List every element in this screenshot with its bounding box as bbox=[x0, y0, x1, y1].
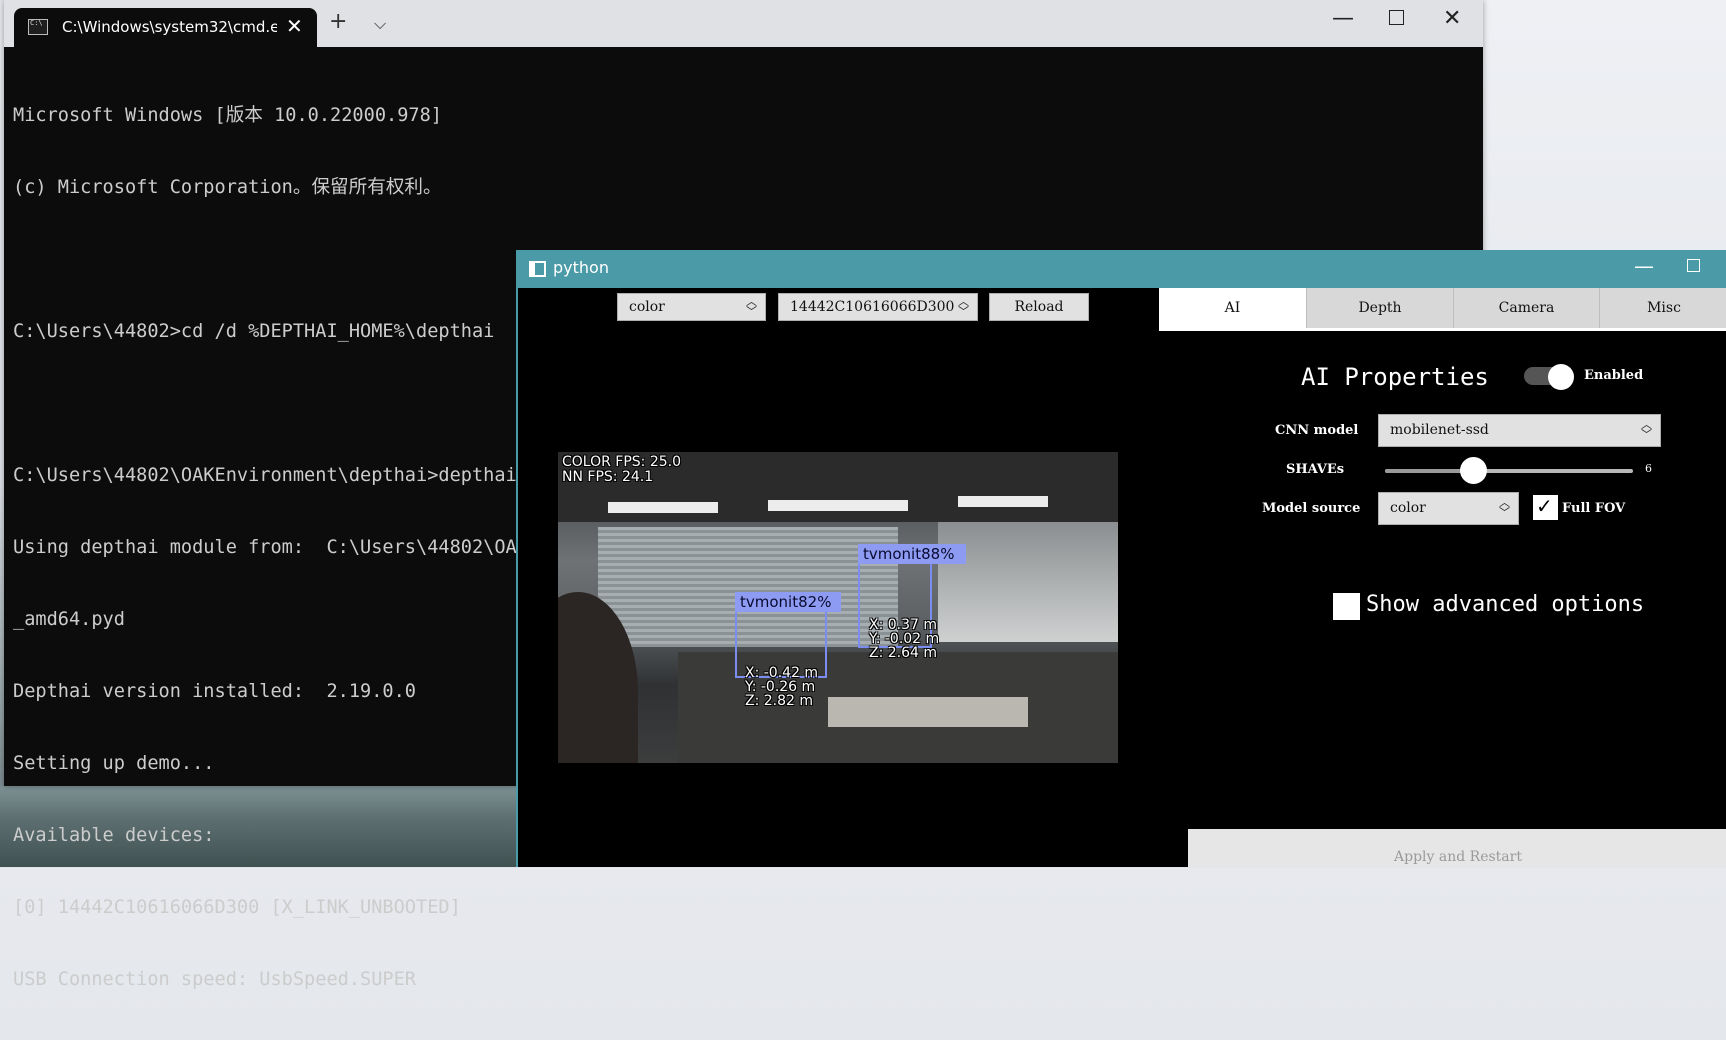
detection-y: Y: -0.02 m bbox=[869, 631, 940, 647]
enabled-label: Enabled bbox=[1584, 368, 1644, 383]
minimize-icon[interactable]: — bbox=[1634, 254, 1654, 278]
tab-ai[interactable]: AI bbox=[1159, 288, 1307, 328]
detection-label: tvmonit82% bbox=[735, 592, 841, 612]
model-source-label: Model source bbox=[1262, 501, 1361, 516]
tab-misc[interactable]: Misc bbox=[1600, 288, 1726, 328]
updown-icon: ︿ ﹀ bbox=[1641, 418, 1652, 441]
new-tab-icon[interactable]: + bbox=[329, 9, 347, 34]
terminal-tab[interactable]: C:\Windows\system32\cmd.e: ✕ bbox=[14, 8, 317, 47]
scene-light bbox=[958, 496, 1048, 507]
settings-tabs: AI Depth Camera Misc bbox=[1159, 288, 1726, 331]
updown-icon: ︿ ﹀ bbox=[746, 295, 757, 318]
detection-z: Z: 2.82 m bbox=[745, 693, 814, 709]
device-select[interactable]: 14442C10616066D300 ︿ ﹀ bbox=[778, 293, 978, 321]
toggle-knob[interactable] bbox=[1548, 364, 1574, 390]
detection-x: X: -0.42 m bbox=[745, 665, 819, 681]
advanced-options-label[interactable]: Show advanced options bbox=[1366, 592, 1644, 617]
detection-z: Z: 2.64 m bbox=[869, 645, 938, 661]
updown-icon: ︿ ﹀ bbox=[1499, 496, 1510, 519]
scene-desk-top bbox=[828, 697, 1028, 727]
terminal-line: Microsoft Windows [版本 10.0.22000.978] bbox=[13, 105, 442, 126]
detection-y: Y: -0.26 m bbox=[745, 679, 816, 695]
scene-light bbox=[608, 502, 718, 513]
ai-properties-title: AI Properties bbox=[1301, 363, 1489, 391]
full-fov-label: Full FOV bbox=[1562, 501, 1626, 516]
shaves-slider-handle[interactable] bbox=[1460, 457, 1487, 484]
shaves-label: SHAVEs bbox=[1286, 462, 1345, 477]
detection-label: tvmonit88% bbox=[858, 544, 966, 564]
nn-fps-overlay: NN FPS: 24.1 bbox=[562, 469, 654, 485]
scene-office bbox=[938, 522, 1118, 642]
terminal-tab-title: C:\Windows\system32\cmd.e: bbox=[62, 18, 277, 36]
minimize-icon[interactable]: — bbox=[1332, 6, 1354, 31]
detection-x: X: 0.37 m bbox=[869, 617, 938, 633]
tab-underline bbox=[1159, 328, 1726, 331]
tab-camera[interactable]: Camera bbox=[1454, 288, 1600, 328]
preview-select-value: color bbox=[629, 299, 665, 315]
scene-light bbox=[768, 500, 908, 511]
tab-depth[interactable]: Depth bbox=[1307, 288, 1454, 328]
close-icon[interactable]: ✕ bbox=[1443, 6, 1461, 31]
cnn-model-value: mobilenet-ssd bbox=[1390, 422, 1489, 438]
cmd-icon bbox=[28, 19, 48, 35]
maximize-icon[interactable] bbox=[1389, 10, 1404, 25]
window-icon bbox=[529, 261, 546, 277]
color-fps-overlay: COLOR FPS: 25.0 bbox=[562, 454, 682, 470]
checkmark-icon: ✓ bbox=[1536, 494, 1553, 518]
window-title: python bbox=[553, 258, 609, 277]
cnn-model-select[interactable]: mobilenet-ssd ︿ ﹀ bbox=[1378, 414, 1661, 447]
terminal-line: [0] 14442C10616066D300 [X_LINK_UNBOOTED] bbox=[13, 897, 461, 918]
cnn-model-label: CNN model bbox=[1275, 423, 1359, 438]
apply-restart-button[interactable]: Apply and Restart bbox=[1188, 829, 1726, 867]
maximize-icon[interactable] bbox=[1687, 259, 1700, 272]
close-tab-icon[interactable]: ✕ bbox=[286, 14, 303, 38]
python-titlebar[interactable]: python — bbox=[518, 250, 1726, 288]
updown-icon: ︿ ﹀ bbox=[958, 295, 969, 318]
terminal-line: USB Connection speed: UsbSpeed.SUPER bbox=[13, 969, 416, 990]
camera-preview: COLOR FPS: 25.0 NN FPS: 24.1 tvmonit88% … bbox=[558, 452, 1118, 763]
reload-button[interactable]: Reload bbox=[989, 293, 1089, 321]
advanced-options-checkbox[interactable] bbox=[1333, 593, 1360, 620]
python-window: python — color ︿ ﹀ 14442C10616066D300 ︿ ﹀ … bbox=[516, 250, 1726, 867]
model-source-value: color bbox=[1390, 500, 1426, 516]
terminal-line: (c) Microsoft Corporation。保留所有权利。 bbox=[13, 177, 442, 198]
terminal-titlebar: C:\Windows\system32\cmd.e: ✕ + ⌵ — ✕ bbox=[4, 0, 1483, 47]
shaves-value: 6 bbox=[1645, 462, 1652, 475]
preview-select[interactable]: color ︿ ﹀ bbox=[617, 293, 766, 321]
device-select-value: 14442C10616066D300 bbox=[790, 299, 955, 315]
model-source-select[interactable]: color ︿ ﹀ bbox=[1378, 492, 1519, 525]
chevron-down-icon[interactable]: ⌵ bbox=[374, 14, 386, 34]
